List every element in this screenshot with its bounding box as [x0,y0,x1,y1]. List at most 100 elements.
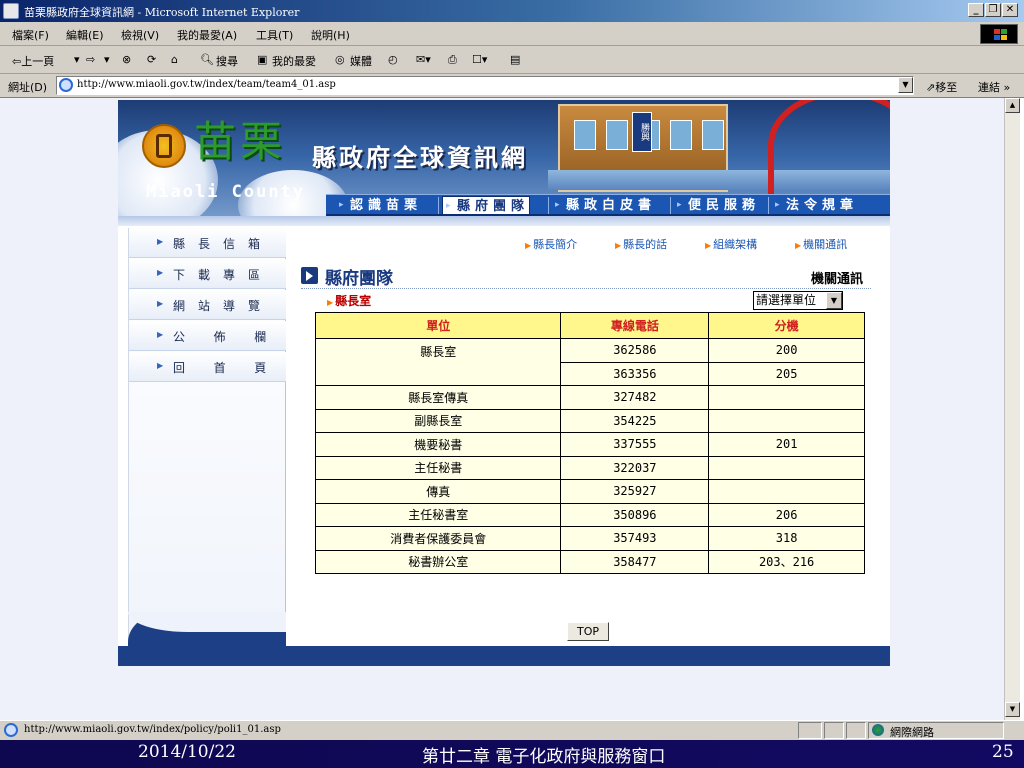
table-row: 消費者保護委員會 357493 318 [314,526,865,551]
vertical-scrollbar[interactable]: ▲ ▼ [1004,98,1020,720]
windows-logo-icon [980,24,1018,44]
sidebar-item-bulletin[interactable]: ▶ 公 佈 欄 [129,321,286,351]
cell-phone: 357493 [560,526,710,551]
forward-dropdown-icon[interactable]: ▾ [104,53,110,66]
sidebar-item-mayor-mailbox[interactable]: ▶ 縣長信箱 [129,228,286,258]
edit-icon[interactable]: ☐▾ [472,53,487,66]
back-dropdown-icon[interactable]: ▾ [74,53,80,66]
menu-bar: 檔案(F) 編輯(E) 檢視(V) 我的最愛(A) 工具(T) 說明(H) [0,22,1024,46]
link-mayor-profile[interactable]: ▶ 縣長簡介 [525,236,577,252]
cell-phone: 363356 [560,361,710,386]
chevron-down-icon[interactable]: ▼ [826,292,842,309]
cell-ext: 201 [708,432,865,457]
link-label: 機關通訊 [803,238,848,251]
cell-ext [708,385,865,410]
stop-icon[interactable]: ⊗ [122,53,131,66]
status-zone: 網際網路 [890,726,934,739]
logo-title: 苗栗 [194,117,287,166]
nav-white-paper[interactable]: 縣政白皮書 [552,196,656,215]
arrow-icon: ▶ [525,241,532,250]
links-button[interactable]: 連結 » [978,79,1010,95]
sidebar-item-label: 縣長信箱 [173,237,274,251]
status-pane [868,722,1004,739]
arrow-icon: ▶ [157,268,164,277]
cell-unit: 機要秘書 [314,432,562,457]
menu-view[interactable]: 檢視(V) [121,27,159,43]
minimize-icon[interactable]: _ [968,3,984,17]
nav-separator [670,197,671,214]
cell-phone: 350896 [560,502,710,527]
link-label: 縣長簡介 [533,238,578,251]
window-title-bar[interactable]: 苗栗縣政府全球資訊網 - Microsoft Internet Explorer… [0,0,1024,22]
arrow-icon: ▶ [157,361,164,370]
sidebar: ▶ 縣長信箱 ▶ 下載專區 ▶ 網站導覽 ▶ 公 佈 欄 ▶ 回 首 頁 [128,228,286,646]
cell-ext [708,408,865,433]
cell-phone: 354225 [560,408,710,433]
cell-unit: 消費者保護委員會 [314,526,562,551]
sidebar-item-home[interactable]: ▶ 回 首 頁 [129,352,286,382]
link-org-chart[interactable]: ▶ 組織架構 [705,236,757,252]
directory-table: 單位 專線電話 分機 縣長室 362586 200 363356 205 縣長室… [314,312,865,574]
table-row: 縣長室 362586 200 [314,338,865,386]
header-ext: 分機 [708,312,865,339]
media-button[interactable]: 媒體 [350,53,372,69]
address-dropdown-icon[interactable]: ▼ [898,77,913,93]
table-row: 主任秘書室 350896 206 [314,502,865,527]
nav-county-team[interactable]: 縣府團隊 [442,196,531,216]
station-sign: 勝興 [632,112,652,152]
nav-public-services[interactable]: 便民服務 [674,196,760,215]
back-button[interactable]: ⇦上一頁 [12,53,54,69]
cell-ext [708,479,865,504]
address-label: 網址(D) [8,81,48,94]
unit-select-value: 請選擇單位 [756,293,817,307]
page-icon [4,723,18,737]
search-button[interactable]: 搜尋 [216,53,238,69]
link-label: 縣長的話 [623,238,668,251]
refresh-icon[interactable]: ⟳ [147,53,156,66]
slide-page-number: 25 [992,742,1014,762]
sidebar-item-downloads[interactable]: ▶ 下載專區 [129,259,286,289]
forward-icon[interactable]: ⇨ [86,53,95,66]
table-row: 機要秘書 337555 201 [314,432,865,457]
arrow-icon: ▶ [615,241,622,250]
address-bar: 網址(D) http://www.miaoli.gov.tw/index/tea… [0,74,1024,98]
history-icon[interactable]: ◴ [388,53,398,66]
cell-phone: 358477 [560,549,710,574]
mail-icon[interactable]: ✉▾ [416,53,431,66]
top-button[interactable]: TOP [567,622,609,641]
cell-unit: 主任秘書 [314,455,562,480]
status-pane [846,722,866,739]
unit-select[interactable]: 請選擇單位 ▼ [753,291,843,310]
cell-ext [708,455,865,480]
print-icon[interactable]: ⎙ [448,53,457,67]
restore-icon[interactable]: ❐ [985,3,1001,17]
close-icon[interactable]: ✕ [1002,3,1018,17]
logo-english: Miaoli County [146,182,306,202]
menu-favorites[interactable]: 我的最愛(A) [177,27,237,43]
menu-edit[interactable]: 編輯(E) [66,27,104,43]
link-mayor-words[interactable]: ▶ 縣長的話 [615,236,667,252]
scroll-up-icon[interactable]: ▲ [1005,98,1020,113]
cell-phone: 325927 [560,479,710,504]
header-unit: 單位 [314,312,562,339]
cell-ext: 200 [708,338,865,363]
favorites-button[interactable]: 我的最愛 [272,53,316,69]
menu-file[interactable]: 檔案(F) [12,27,49,43]
nav-separator [548,197,549,214]
go-button[interactable]: ⇗移至 [926,79,957,95]
media-icon: ◎ [335,53,345,66]
scroll-down-icon[interactable]: ▼ [1005,702,1020,717]
arrow-icon: ▶ [705,241,712,250]
address-input[interactable]: http://www.miaoli.gov.tw/index/team/team… [56,76,914,95]
sidebar-item-site-guide[interactable]: ▶ 網站導覽 [129,290,286,320]
search-icon: 🔍︎ [200,53,214,66]
menu-help[interactable]: 說明(H) [311,27,350,43]
table-row: 主任秘書 322037 [314,455,865,480]
link-directory[interactable]: ▶ 機關通訊 [795,236,847,252]
nav-regulations[interactable]: 法令規章 [772,196,858,215]
sidebar-footer-curve [128,612,286,646]
nav-about-miaoli[interactable]: 認識苗栗 [336,196,422,215]
menu-tools[interactable]: 工具(T) [256,27,293,43]
home-icon[interactable]: ⌂ [171,53,178,66]
discuss-icon[interactable]: ▤ [510,53,520,66]
